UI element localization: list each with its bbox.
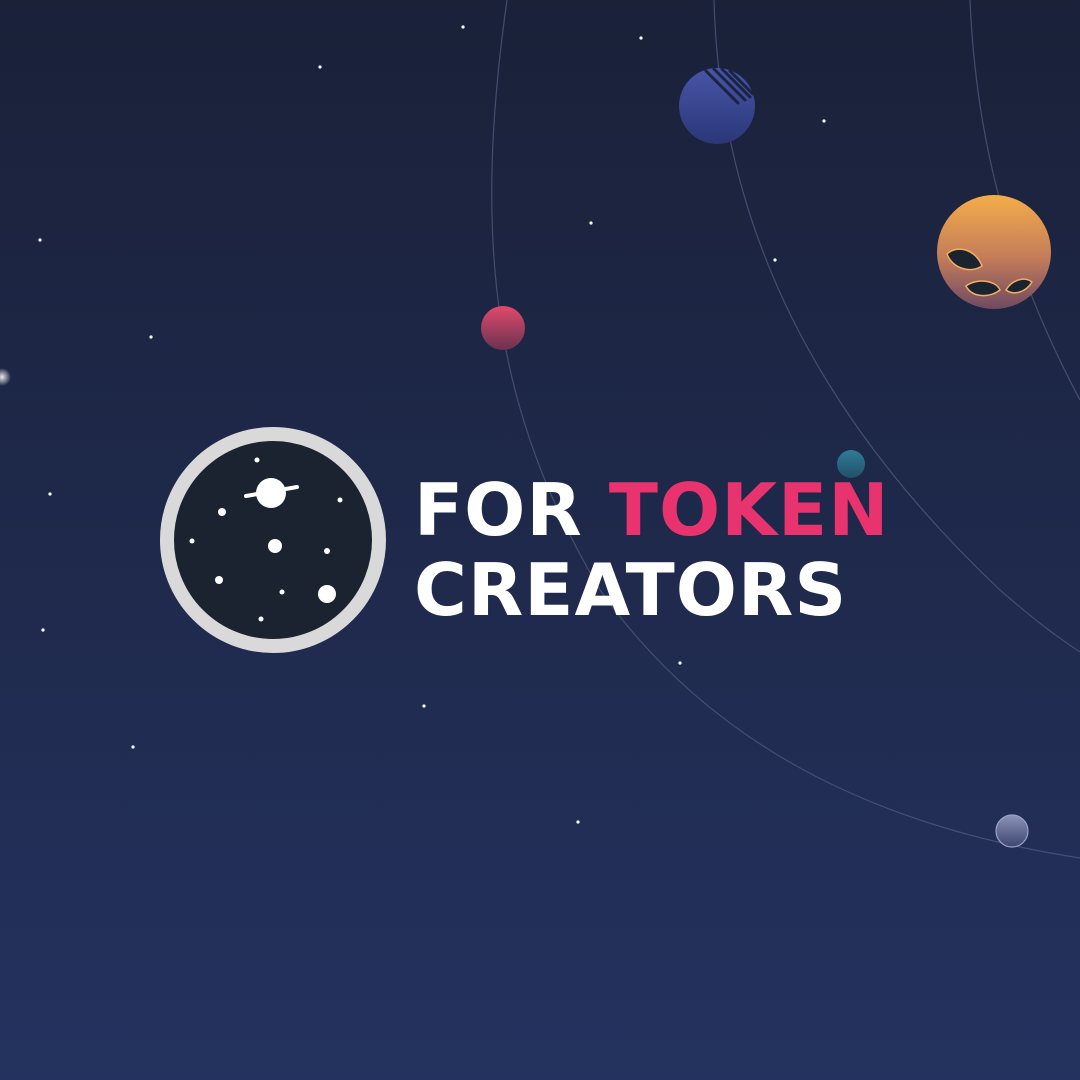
star-icon [639,36,643,40]
hero-banner: FOR TOKEN CREATORS [0,0,1080,1080]
star-icon [773,258,777,262]
glowing-star-icon [0,368,11,386]
headline-word-token: TOKEN [608,468,890,552]
star-icon [576,820,580,824]
headline-line-2: CREATORS [414,548,848,632]
star-icon [41,628,45,632]
star-icon [131,745,135,749]
orbit-line-inner [491,0,1080,859]
star-icon [48,492,52,496]
star-icon [678,661,682,665]
star-icon [38,238,42,242]
orange-planet-icon [937,195,1051,309]
headline: FOR TOKEN CREATORS [414,470,889,630]
star-icon [822,119,826,123]
star-icon [589,221,593,225]
blue-planet-icon [679,67,755,144]
star-icon [149,335,153,339]
star-field [38,25,826,824]
star-icon [461,25,465,29]
space-logo-icon [160,427,386,653]
headline-word-for: FOR [414,468,583,552]
star-icon [318,65,322,69]
star-icon [422,704,426,708]
pink-planet-icon [481,306,525,350]
grey-planet-icon [995,814,1029,848]
headline-line-1: FOR TOKEN [414,470,889,550]
